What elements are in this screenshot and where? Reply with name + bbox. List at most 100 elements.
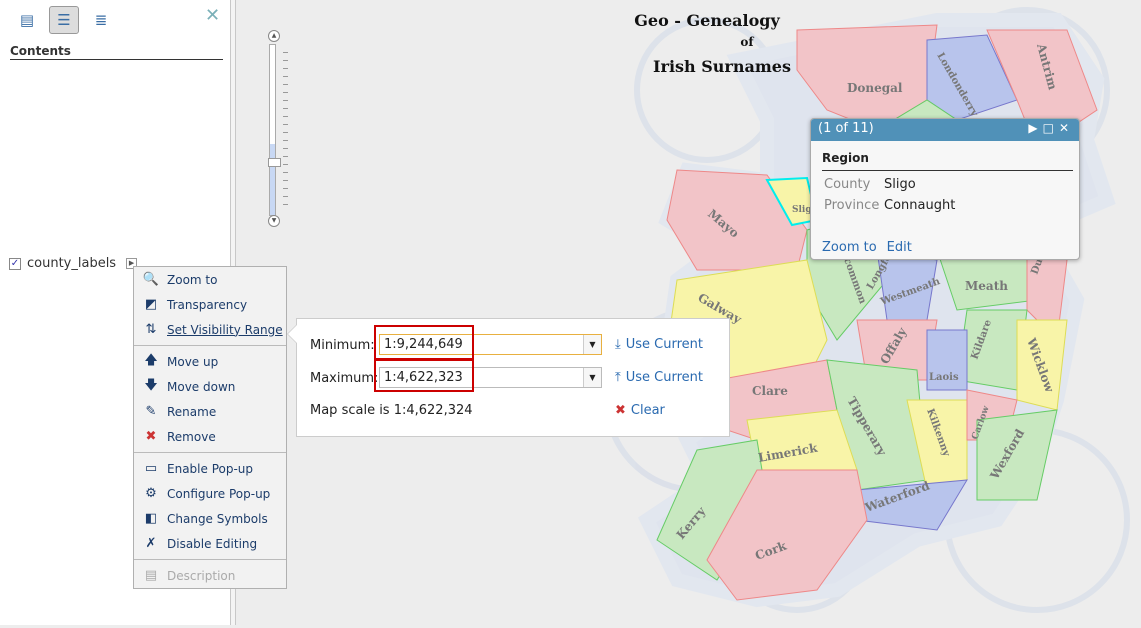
menu-item-label: Configure Pop-up: [167, 486, 271, 501]
configure-popup-icon: ⚙: [145, 486, 157, 501]
popup-field: County Sligo: [824, 177, 1079, 192]
popup-field: Province Connaught: [824, 198, 1079, 213]
layer-visibility-checkbox[interactable]: ✓: [9, 257, 21, 270]
zoom-slider[interactable]: ▲ ▼: [266, 30, 288, 230]
map-view[interactable]: Donegal Londonderry Antrim Mayo Sligo Ga…: [237, 0, 1141, 625]
menu-item-label: Change Symbols: [167, 511, 268, 526]
edit-link[interactable]: Edit: [887, 240, 912, 255]
zoom-tick: [283, 52, 288, 53]
zoom-tick: [283, 148, 288, 149]
zoom-tick: [283, 116, 288, 117]
zoom-tick: [283, 124, 288, 125]
menu-item-change-symbols[interactable]: ◧ Change Symbols: [134, 506, 286, 531]
zoom-tick: [283, 60, 288, 61]
zoom-tick: [283, 196, 288, 197]
layer-name: county_labels: [27, 256, 117, 271]
popup-icon: ▭: [144, 461, 158, 476]
popup-title: Region: [822, 151, 1073, 171]
zoom-tick: [283, 68, 288, 69]
clear-button[interactable]: ✖ Clear: [615, 403, 665, 418]
details-icon[interactable]: ▤: [12, 6, 42, 34]
zoom-tick: [283, 132, 288, 133]
county-label: Laois: [929, 372, 959, 383]
clear-icon: ✖: [615, 403, 626, 418]
visibility-range-panel: Minimum: 1:9,244,649 ▼ ⤓ Use Current Maxim…: [287, 318, 730, 437]
zoom-to-icon: 🔍: [142, 272, 160, 287]
menu-divider: [134, 559, 286, 560]
menu-item-move-down[interactable]: 🡇 Move down: [134, 374, 286, 399]
zoom-slider-thumb[interactable]: [268, 158, 281, 167]
menu-item-set-visibility-range[interactable]: ⇅ Set Visibility Range: [134, 317, 286, 342]
close-icon[interactable]: ✕: [205, 5, 220, 26]
menu-item-configure-pop-up[interactable]: ⚙ Configure Pop-up: [134, 481, 286, 506]
county-label: Meath: [965, 279, 1008, 293]
use-current-icon: ⤓: [615, 337, 621, 352]
chevron-down-icon[interactable]: ▼: [583, 368, 601, 387]
zoom-tick: [283, 76, 288, 77]
minimum-label: Minimum:: [310, 338, 375, 353]
zoom-to-link[interactable]: Zoom to: [822, 240, 877, 255]
maximum-label: Maximum:: [310, 371, 379, 386]
zoom-tick: [283, 84, 288, 85]
use-current-min-button[interactable]: ⤓ Use Current: [615, 337, 703, 352]
contents-icon[interactable]: ☰: [49, 6, 79, 34]
menu-divider: [134, 345, 286, 346]
map-title: Geo - Genealogy: [634, 11, 780, 30]
zoom-tick: [283, 108, 288, 109]
rename-icon: ✎: [145, 404, 157, 419]
use-current-label: Use Current: [625, 370, 703, 385]
layer-context-menu: 🔍 Zoom to ◩ Transparency ⇅ Set Visibility Ran…: [133, 266, 287, 589]
menu-item-label: Move down: [167, 379, 236, 394]
menu-item-label: Set Visibility Range: [167, 322, 283, 337]
county-label: Clare: [752, 384, 788, 398]
zoom-tick: [283, 156, 288, 157]
menu-item-disable-editing[interactable]: ✗ Disable Editing: [134, 531, 286, 556]
use-current-icon: ⤒: [615, 370, 621, 385]
menu-item-move-up[interactable]: 🡅 Move up: [134, 349, 286, 374]
menu-item-zoom-to[interactable]: 🔍 Zoom to: [134, 267, 286, 292]
use-current-max-button[interactable]: ⤒ Use Current: [615, 370, 703, 385]
close-icon[interactable]: ✕: [1059, 121, 1074, 135]
zoom-tick: [283, 172, 288, 173]
menu-item-remove[interactable]: ✖ Remove: [134, 424, 286, 449]
field-value: Connaught: [884, 198, 956, 213]
highlight-box: [374, 325, 474, 361]
zoom-in-icon[interactable]: ▲: [268, 30, 280, 42]
menu-item-enable-pop-up[interactable]: ▭ Enable Pop-up: [134, 456, 286, 481]
zoom-tick: [283, 164, 288, 165]
menu-item-label: Description: [167, 568, 236, 583]
field-value: Sligo: [884, 177, 916, 192]
zoom-tick: [283, 188, 288, 189]
visibility-range-icon: ⇅: [145, 322, 157, 337]
field-key: County: [824, 177, 871, 192]
arrow-down-icon: 🡇: [144, 377, 158, 393]
zoom-out-icon[interactable]: ▼: [268, 215, 280, 227]
map-title-surnames: Irish Surnames: [653, 57, 791, 76]
disable-editing-icon: ✗: [145, 536, 157, 551]
layer-item: ✓ county_labels ▶: [9, 256, 138, 271]
description-icon: ▤: [144, 568, 158, 583]
menu-item-label: Remove: [167, 429, 216, 444]
maximize-icon[interactable]: □: [1043, 121, 1059, 135]
map-scale-text: Map scale is 1:4,622,324: [310, 403, 473, 418]
zoom-tick: [283, 204, 288, 205]
panel-title: Contents: [10, 44, 223, 60]
zoom-tick: [283, 180, 288, 181]
next-icon[interactable]: ▶: [1028, 121, 1042, 135]
menu-item-label: Disable Editing: [167, 536, 258, 551]
menu-item-label: Rename: [167, 404, 217, 419]
info-popup: (1 of 11) ▶□✕ Region County Sligo Provinc…: [810, 118, 1080, 260]
clear-label: Clear: [630, 403, 665, 418]
menu-item-label: Enable Pop-up: [167, 461, 254, 476]
legend-icon[interactable]: ≣: [86, 6, 116, 34]
zoom-tick: [283, 100, 288, 101]
menu-item-rename[interactable]: ✎ Rename: [134, 399, 286, 424]
map-title-of: of: [740, 35, 754, 49]
zoom-tick: [283, 140, 288, 141]
transparency-icon: ◩: [144, 297, 158, 312]
menu-item-label: Move up: [167, 354, 219, 369]
chevron-down-icon[interactable]: ▼: [583, 335, 601, 354]
zoom-tick: [283, 92, 288, 93]
use-current-label: Use Current: [625, 337, 703, 352]
menu-item-transparency[interactable]: ◩ Transparency: [134, 292, 286, 317]
